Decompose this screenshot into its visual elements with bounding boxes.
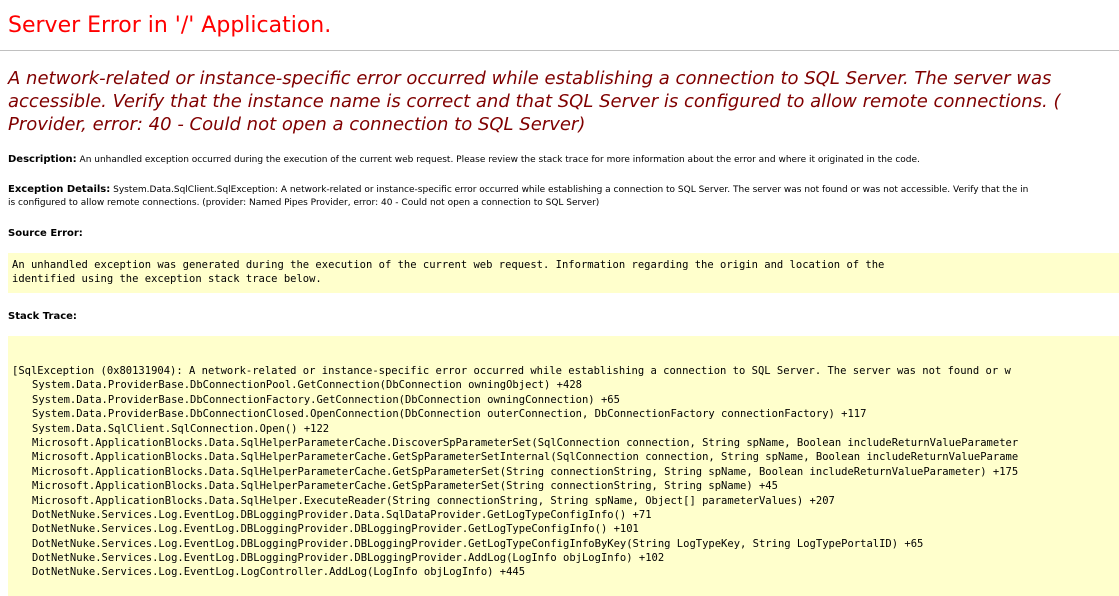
stack-trace-frames: System.Data.ProviderBase.DbConnectionPoo…: [8, 378, 1119, 579]
stack-frame: Microsoft.ApplicationBlocks.Data.SqlHelp…: [32, 465, 1019, 478]
stack-frame: System.Data.SqlClient.SqlConnection.Open…: [32, 422, 330, 435]
error-message-line: accessible. Verify that the instance nam…: [8, 91, 1061, 112]
source-error-box: An unhandled exception was generated dur…: [8, 253, 1119, 293]
stack-trace-exception-line: [SqlException (0x80131904): A network-re…: [12, 365, 1011, 377]
title-divider: [0, 50, 1119, 51]
stack-trace-text: [SqlException (0x80131904): A network-re…: [8, 336, 1119, 580]
exception-details-label: Exception Details:: [8, 184, 111, 195]
stack-frame: DotNetNuke.Services.Log.EventLog.DBLoggi…: [32, 508, 652, 521]
stack-frame: Microsoft.ApplicationBlocks.Data.SqlHelp…: [32, 436, 1019, 449]
stack-frame: DotNetNuke.Services.Log.EventLog.DBLoggi…: [32, 537, 924, 550]
stack-frame: System.Data.ProviderBase.DbConnectionPoo…: [32, 379, 582, 392]
error-message: A network-related or instance-specific e…: [8, 67, 1119, 136]
source-error-line: An unhandled exception was generated dur…: [12, 259, 885, 271]
stack-frame: System.Data.ProviderBase.DbConnectionFac…: [32, 393, 620, 406]
description-label: Description:: [8, 154, 77, 165]
stack-frame: DotNetNuke.Services.Log.EventLog.DBLoggi…: [32, 552, 665, 565]
stack-frame: DotNetNuke.Services.Log.EventLog.DBLoggi…: [32, 523, 639, 536]
source-error-line: identified using the exception stack tra…: [12, 273, 322, 286]
error-message-line: Provider, error: 40 - Could not open a c…: [8, 114, 586, 135]
stack-frame: DotNetNuke.Services.Log.EventLog.LogCont…: [32, 566, 526, 579]
error-message-line: A network-related or instance-specific e…: [8, 68, 1052, 89]
stack-frame: Microsoft.ApplicationBlocks.Data.SqlHelp…: [32, 451, 1019, 464]
exception-details-section: Exception Details: System.Data.SqlClient…: [8, 183, 1119, 210]
stack-frame: Microsoft.ApplicationBlocks.Data.SqlHelp…: [32, 494, 835, 507]
exception-details-text: System.Data.SqlClient.SqlException: A ne…: [110, 185, 1029, 195]
page-title: Server Error in '/' Application.: [8, 13, 332, 38]
exception-details-text-continued: is configured to allow remote connection…: [8, 198, 600, 208]
description-section: Description: An unhandled exception occu…: [8, 153, 1119, 167]
stack-trace-label: Stack Trace:: [8, 311, 77, 322]
source-error-label: Source Error:: [8, 228, 83, 239]
stack-frame: Microsoft.ApplicationBlocks.Data.SqlHelp…: [32, 480, 778, 493]
source-error-text: An unhandled exception was generated dur…: [8, 253, 1119, 287]
stack-trace-box: [SqlException (0x80131904): A network-re…: [8, 336, 1119, 596]
stack-frame: System.Data.ProviderBase.DbConnectionClo…: [32, 408, 867, 421]
description-text: An unhandled exception occurred during t…: [76, 155, 920, 165]
error-page: Server Error in '/' Application. A netwo…: [0, 0, 1119, 596]
